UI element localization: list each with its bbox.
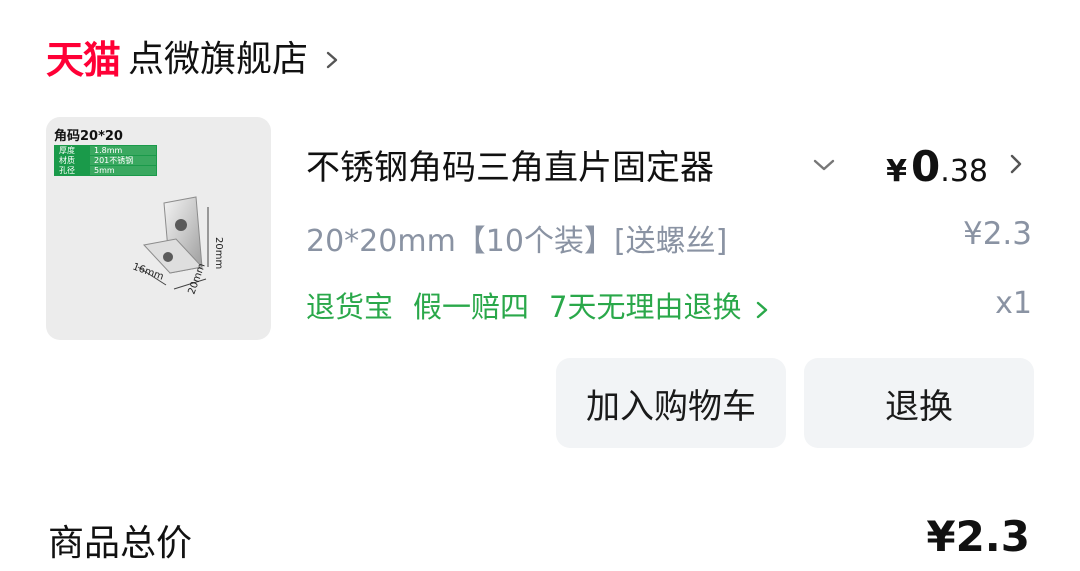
total-value: ¥2.3 [926, 512, 1030, 561]
service-tag: 7天无理由退换 [549, 290, 742, 324]
dim-label-vertical: 20mm [213, 237, 224, 269]
price-decimal: .38 [940, 154, 988, 189]
chevron-right-icon[interactable] [753, 294, 771, 319]
chevron-down-icon[interactable] [812, 156, 836, 174]
return-exchange-button[interactable]: 退换 [804, 358, 1034, 448]
dim-label-base: 16mm [131, 261, 165, 282]
service-tags[interactable]: 退货宝 假一赔四 7天无理由退换 [306, 284, 791, 326]
quantity: x1 [995, 286, 1032, 321]
service-tag: 退货宝 [306, 290, 394, 324]
tmall-logo: 天猫 [46, 38, 121, 82]
price-currency-symbol: ¥ [886, 154, 908, 189]
total-label: 商品总价 [48, 523, 193, 564]
price-integer: 0 [911, 142, 941, 191]
chevron-right-icon[interactable] [322, 50, 342, 70]
bracket-illustration: 20mm 20mm 16mm [131, 196, 224, 296]
product-thumbnail[interactable]: 角码20*20 厚度 1.8mm 材质 201不锈钢 孔径 5mm 20mm 2… [46, 117, 271, 340]
shop-header[interactable]: 天猫 点微旗舰店 [46, 32, 342, 88]
service-tag: 假一赔四 [413, 290, 530, 324]
add-to-cart-button[interactable]: 加入购物车 [556, 358, 786, 448]
shop-name[interactable]: 点微旗舰店 [128, 42, 308, 78]
product-title[interactable]: 不锈钢角码三角直片固定器 [306, 140, 792, 189]
original-price: ¥2.3 [962, 216, 1032, 252]
title-fade-overlay [740, 140, 796, 184]
unit-price: ¥ 0 .38 [886, 142, 988, 191]
product-variant: 20*20mm【10个装】[送螺丝] [306, 224, 728, 259]
chevron-right-icon[interactable] [1006, 152, 1026, 176]
